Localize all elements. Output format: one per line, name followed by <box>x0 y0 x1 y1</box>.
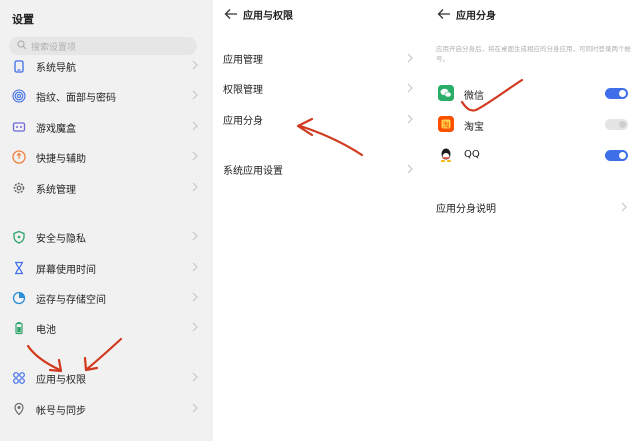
chevron-right-icon <box>192 182 198 192</box>
chevron-right-icon <box>407 83 413 93</box>
page-title: 应用与权限 <box>243 11 293 22</box>
storage-icon <box>12 291 26 305</box>
page-title: 设置 <box>12 13 34 26</box>
settings-item-label: 屏幕使用时间 <box>36 265 96 276</box>
clone-toggle-taobao[interactable] <box>605 119 628 130</box>
search-icon <box>17 40 27 50</box>
chevron-right-icon <box>192 121 198 131</box>
menu-item-label: 应用管理 <box>223 55 263 66</box>
settings-item-label: 系统导航 <box>36 63 76 74</box>
chevron-right-icon <box>192 60 198 70</box>
search-placeholder: 搜索设置项 <box>31 43 77 53</box>
settings-item-label: 快捷与辅助 <box>36 154 86 165</box>
settings-item-shortcut[interactable]: 快捷与辅助 <box>0 144 205 170</box>
shield-icon <box>13 230 25 244</box>
menu-item-system-app-settings[interactable]: 系统应用设置 <box>213 157 426 181</box>
settings-item-screen-time[interactable]: 屏幕使用时间 <box>0 255 205 281</box>
app-name: 淘宝 <box>464 122 484 133</box>
toggle-knob <box>619 90 626 97</box>
settings-item-label: 安全与隐私 <box>36 234 86 245</box>
wechat-icon <box>438 85 454 101</box>
settings-item-label: 游戏魔盒 <box>36 124 76 135</box>
taobao-icon: 淘 <box>438 116 454 132</box>
menu-item-label: 系统应用设置 <box>223 166 283 177</box>
menu-item-permission-management[interactable]: 权限管理 <box>213 76 426 100</box>
help-label: 应用分身说明 <box>436 204 496 215</box>
app-row-taobao: 淘 淘宝 <box>426 112 640 138</box>
menu-item-app-management[interactable]: 应用管理 <box>213 46 426 70</box>
settings-item-account[interactable]: 帐号与同步 <box>0 396 205 422</box>
gamebox-icon <box>12 122 26 132</box>
chevron-right-icon <box>192 90 198 100</box>
toggle-knob <box>619 152 626 159</box>
settings-item-label: 指纹、面部与密码 <box>36 93 116 104</box>
settings-item-system[interactable]: 系统管理 <box>0 175 205 201</box>
chevron-right-icon <box>192 322 198 332</box>
navigation-icon <box>14 60 24 73</box>
apps-permissions-panel: 应用与权限 应用管理 权限管理 应用分身 系统应用设置 <box>213 0 426 441</box>
chevron-right-icon <box>192 292 198 302</box>
clone-toggle-qq[interactable] <box>605 150 628 161</box>
settings-item-battery[interactable]: 电池 <box>0 315 205 341</box>
qq-icon <box>440 148 452 162</box>
chevron-right-icon <box>407 53 413 63</box>
svg-text:淘: 淘 <box>443 120 450 129</box>
app-name: 微信 <box>464 91 484 102</box>
fingerprint-icon <box>12 89 26 103</box>
shortcut-icon <box>12 150 26 164</box>
settings-item-apps-permissions[interactable]: 应用与权限 <box>0 365 205 391</box>
settings-item-label: 应用与权限 <box>36 375 86 386</box>
battery-icon <box>15 322 23 335</box>
menu-item-app-clone[interactable]: 应用分身 <box>213 107 426 131</box>
settings-item-label: 系统管理 <box>36 185 76 196</box>
chevron-right-icon <box>621 202 627 212</box>
gear-icon <box>13 182 25 194</box>
settings-item-storage[interactable]: 运存与存储空间 <box>0 285 205 311</box>
page-title: 应用分身 <box>456 11 496 22</box>
settings-item-fingerprint[interactable]: 指纹、面部与密码 <box>0 83 205 109</box>
settings-item-label: 帐号与同步 <box>36 406 86 417</box>
settings-item-label: 电池 <box>36 325 56 336</box>
settings-item-security[interactable]: 安全与隐私 <box>0 224 205 250</box>
chevron-right-icon <box>192 372 198 382</box>
chevron-right-icon <box>192 231 198 241</box>
app-row-wechat: 微信 <box>426 81 640 107</box>
settings-item-gamebox[interactable]: 游戏魔盒 <box>0 114 205 140</box>
chevron-right-icon <box>192 262 198 272</box>
settings-item-navigation[interactable]: 系统导航 <box>0 53 205 79</box>
chevron-right-icon <box>192 403 198 413</box>
app-clone-panel: 应用分身 应用开启分身后，将在桌面生成相应的分身应用，可同时登录两个帐号。 微信… <box>426 0 640 441</box>
menu-item-label: 应用分身 <box>223 116 263 127</box>
back-arrow-icon[interactable] <box>224 8 238 20</box>
chevron-right-icon <box>407 114 413 124</box>
toggle-knob <box>619 121 626 128</box>
settings-item-label: 运存与存储空间 <box>36 295 106 306</box>
app-row-qq: QQ <box>426 143 640 169</box>
clone-toggle-wechat[interactable] <box>605 88 628 99</box>
app-name: QQ <box>464 149 480 160</box>
chevron-right-icon <box>192 151 198 161</box>
app-clone-description: 应用开启分身后，将在桌面生成相应的分身应用，可同时登录两个帐号。 <box>436 45 631 63</box>
settings-panel: 设置 搜索设置项 系统导航 指纹、面部与密码 游戏魔盒 快捷与辅助 系统管理 安… <box>0 0 213 441</box>
back-arrow-icon[interactable] <box>437 8 451 20</box>
chevron-right-icon <box>407 164 413 174</box>
apps-icon <box>13 372 25 384</box>
hourglass-icon <box>15 261 23 275</box>
account-icon <box>14 402 24 416</box>
app-clone-help[interactable]: 应用分身说明 <box>426 195 640 219</box>
menu-item-label: 权限管理 <box>223 85 263 96</box>
